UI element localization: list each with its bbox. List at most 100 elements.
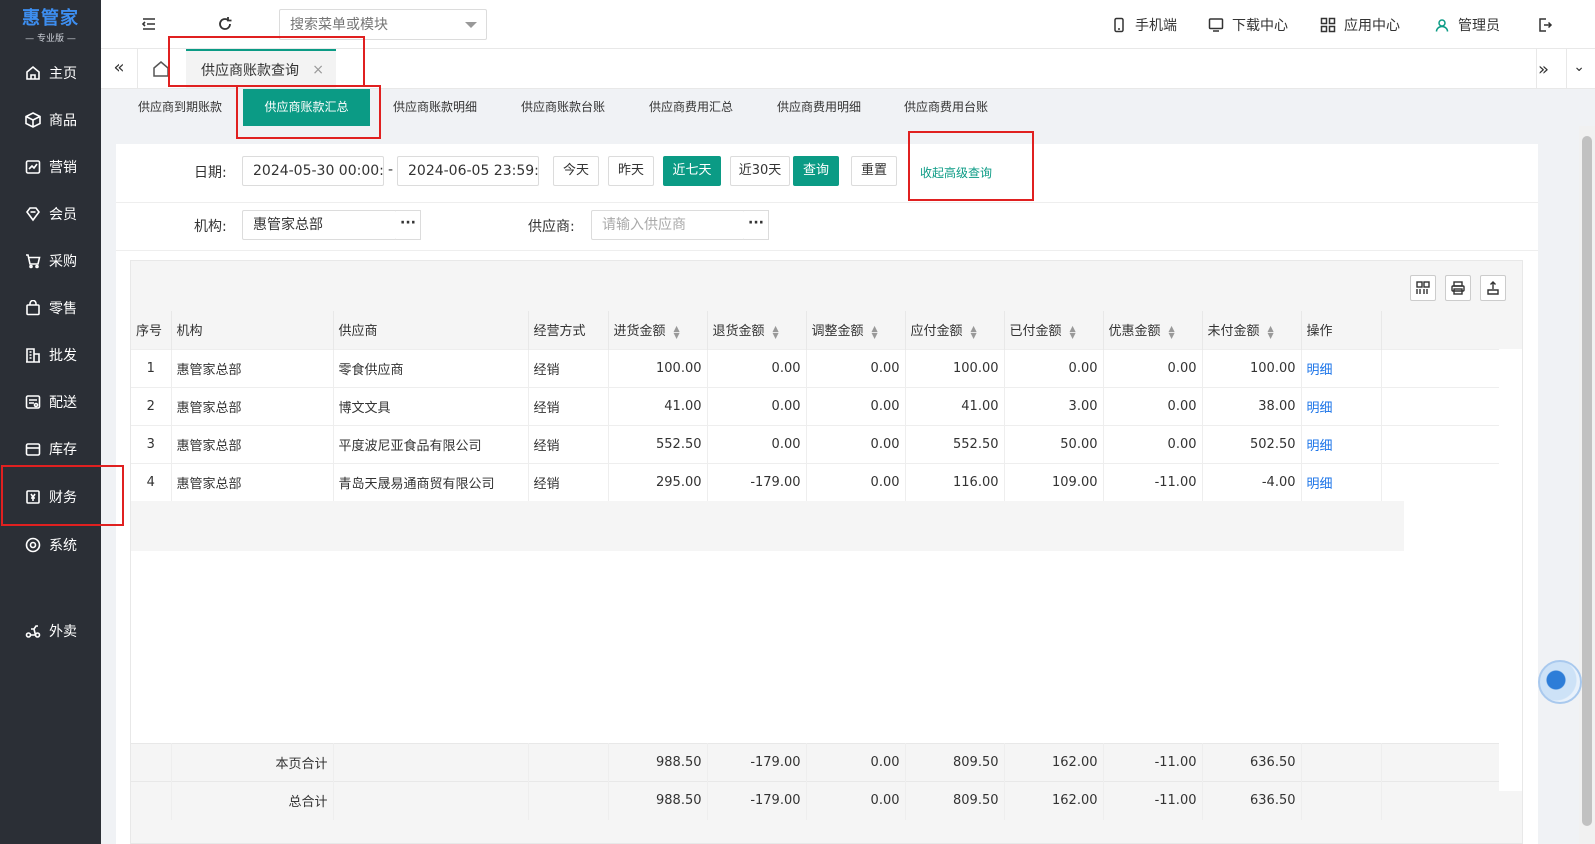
mobile-link[interactable]: 手机端 [1111, 0, 1177, 49]
last-7-days-button[interactable]: 近七天 [663, 156, 721, 186]
tab-supplier-fee-detail[interactable]: 供应商费用明细 [777, 89, 861, 126]
grid-icon [1416, 281, 1430, 294]
sidebar-item-members[interactable]: 会员 [0, 199, 101, 229]
tab-supplier-due[interactable]: 供应商到期账款 [138, 89, 222, 126]
logout-icon [1539, 17, 1553, 32]
sidebar: 惠管家 — 专业版 — 主页 商品 营销 会员 采购 零售 批发 配送 库存 财… [0, 0, 101, 844]
sidebar-item-marketing[interactable]: 营销 [0, 152, 101, 182]
sort-icon[interactable]: ▲ ▼ [1268, 324, 1274, 339]
cell-adjust: 0.00 [806, 386, 906, 425]
yesterday-button[interactable]: 昨天 [608, 156, 654, 186]
org-picker-button[interactable]: ··· [396, 210, 421, 240]
query-button[interactable]: 查询 [793, 156, 839, 186]
chevron-down-icon[interactable]: ⌄ [1573, 59, 1585, 75]
cell-unpaid: -4.00 [1202, 462, 1302, 501]
total-paid: 162.00 [1004, 781, 1104, 820]
cell-return: 0.00 [707, 424, 807, 463]
sidebar-item-system[interactable]: 系统 [0, 530, 101, 560]
col-header-index: 序号 [131, 311, 172, 349]
sidebar-item-finance[interactable]: 财务 [0, 482, 101, 512]
sidebar-item-purchase[interactable]: 采购 [0, 246, 101, 276]
table-row[interactable]: 2 惠管家总部 博文文具 经销 41.00 0.00 0.00 41.00 3.… [131, 386, 1499, 425]
col-header-discount[interactable]: 优惠金额 ▲ ▼ [1103, 311, 1203, 349]
col-header-adjust[interactable]: 调整金额 ▲ ▼ [806, 311, 906, 349]
sort-icon[interactable]: ▲ ▼ [674, 324, 680, 339]
close-icon[interactable]: × [312, 62, 324, 78]
detail-link[interactable]: 明细 [1301, 348, 1382, 387]
search-input[interactable] [280, 10, 450, 39]
tab-supplier-detail[interactable]: 供应商账款明细 [393, 89, 477, 126]
tab-divider [1536, 49, 1537, 89]
sidebar-item-goods[interactable]: 商品 [0, 105, 101, 135]
tab-supplier-fee-ledger[interactable]: 供应商费用台账 [904, 89, 988, 126]
sidebar-item-inventory[interactable]: 库存 [0, 434, 101, 464]
print-button[interactable] [1445, 275, 1471, 301]
sidebar-item-home[interactable]: 主页 [0, 58, 101, 88]
date-end-input[interactable]: 2024-06-05 23:59:59 [397, 156, 539, 186]
sort-icon[interactable]: ▲ ▼ [773, 324, 779, 339]
tab-supplier-fee-summary[interactable]: 供应商费用汇总 [649, 89, 733, 126]
total-discount: -11.00 [1103, 781, 1203, 820]
cell-adjust: 0.00 [806, 348, 906, 387]
toggle-advanced-query-link[interactable]: 收起高级查询 [920, 164, 992, 181]
collapse-menu-icon[interactable] [139, 14, 159, 34]
supplier-input[interactable]: 请输入供应商 [591, 210, 745, 240]
column-settings-button[interactable] [1410, 275, 1436, 301]
sidebar-item-delivery[interactable]: 配送 [0, 387, 101, 417]
data-table-container: 序号 机构 供应商 经营方式 进货金额 ▲ ▼ 退货金额 ▲ ▼ 调整金额 ▲ ▼ 应付金额… [130, 260, 1523, 844]
col-header-paid[interactable]: 已付金额 ▲ ▼ [1004, 311, 1104, 349]
page-scrollbar[interactable] [1579, 126, 1595, 844]
col-header-label: 进货金额 [613, 324, 666, 340]
sort-icon[interactable]: ▲ ▼ [1169, 324, 1175, 339]
sidebar-item-label: 零售 [49, 301, 77, 317]
cell-index: 2 [131, 386, 172, 425]
table-row[interactable]: 1 惠管家总部 零食供应商 经销 100.00 0.00 0.00 100.00… [131, 348, 1499, 387]
date-start-input[interactable]: 2024-05-30 00:00:00 [242, 156, 384, 186]
sidebar-item-wholesale[interactable]: 批发 [0, 340, 101, 370]
menu-search-select[interactable] [279, 9, 487, 40]
sort-icon[interactable]: ▲ ▼ [1070, 324, 1076, 339]
cell-blank [1381, 743, 1499, 782]
last-30-days-button[interactable]: 近30天 [730, 156, 790, 186]
sidebar-item-retail[interactable]: 零售 [0, 293, 101, 323]
cell-supplier: 零食供应商 [333, 348, 529, 387]
col-header-label: 已付金额 [1009, 324, 1062, 340]
col-header-purchase[interactable]: 进货金额 ▲ ▼ [608, 311, 708, 349]
supplier-picker-button[interactable]: ··· [744, 210, 769, 240]
org-input[interactable]: 惠管家总部 [242, 210, 397, 240]
col-header-payable[interactable]: 应付金额 ▲ ▼ [905, 311, 1005, 349]
detail-link[interactable]: 明细 [1301, 424, 1382, 463]
totals-table: 本页合计 988.50 -179.00 0.00 809.50 162.00 -… [131, 743, 1499, 820]
home-tab-icon[interactable] [151, 59, 171, 79]
cell-return: 0.00 [707, 348, 807, 387]
scrollbar-thumb[interactable] [1582, 136, 1592, 826]
sort-icon[interactable]: ▲ ▼ [971, 324, 977, 339]
delivery-icon [24, 393, 42, 411]
col-header-return[interactable]: 退货金额 ▲ ▼ [707, 311, 807, 349]
assistant-robot-icon[interactable] [1538, 660, 1582, 704]
refresh-icon[interactable] [215, 14, 235, 34]
cell-adjust: 0.00 [806, 462, 906, 501]
download-center-link[interactable]: 下载中心 [1208, 0, 1288, 49]
col-header-unpaid[interactable]: 未付金额 ▲ ▼ [1202, 311, 1302, 349]
user-menu[interactable]: 管理员 [1434, 0, 1500, 49]
table-row[interactable]: 3 惠管家总部 平度波尼亚食品有限公司 经销 552.50 0.00 0.00 … [131, 424, 1499, 463]
double-chevron-left-icon[interactable]: « [109, 59, 129, 79]
chevron-down-icon [465, 22, 477, 28]
detail-link[interactable]: 明细 [1301, 386, 1382, 425]
logout-button[interactable] [1537, 0, 1561, 49]
tab-supplier-ledger[interactable]: 供应商账款台账 [521, 89, 605, 126]
detail-link[interactable]: 明细 [1301, 462, 1382, 501]
reset-button[interactable]: 重置 [851, 156, 897, 186]
sidebar-item-label: 主页 [49, 66, 77, 82]
app-center-link[interactable]: 应用中心 [1320, 0, 1400, 49]
tab-supplier-summary[interactable]: 供应商账款汇总 [243, 89, 370, 126]
cell-filler [1381, 386, 1499, 425]
double-chevron-right-icon[interactable]: » [1538, 59, 1549, 80]
today-button[interactable]: 今天 [553, 156, 599, 186]
sort-icon[interactable]: ▲ ▼ [872, 324, 878, 339]
export-button[interactable] [1480, 275, 1506, 301]
tab-supplier-account-query[interactable]: 供应商账款查询 × [186, 49, 336, 88]
table-row[interactable]: 4 惠管家总部 青岛天晟易通商贸有限公司 经销 295.00 -179.00 0… [131, 462, 1499, 501]
sidebar-item-takeout[interactable]: 外卖 [0, 616, 101, 646]
